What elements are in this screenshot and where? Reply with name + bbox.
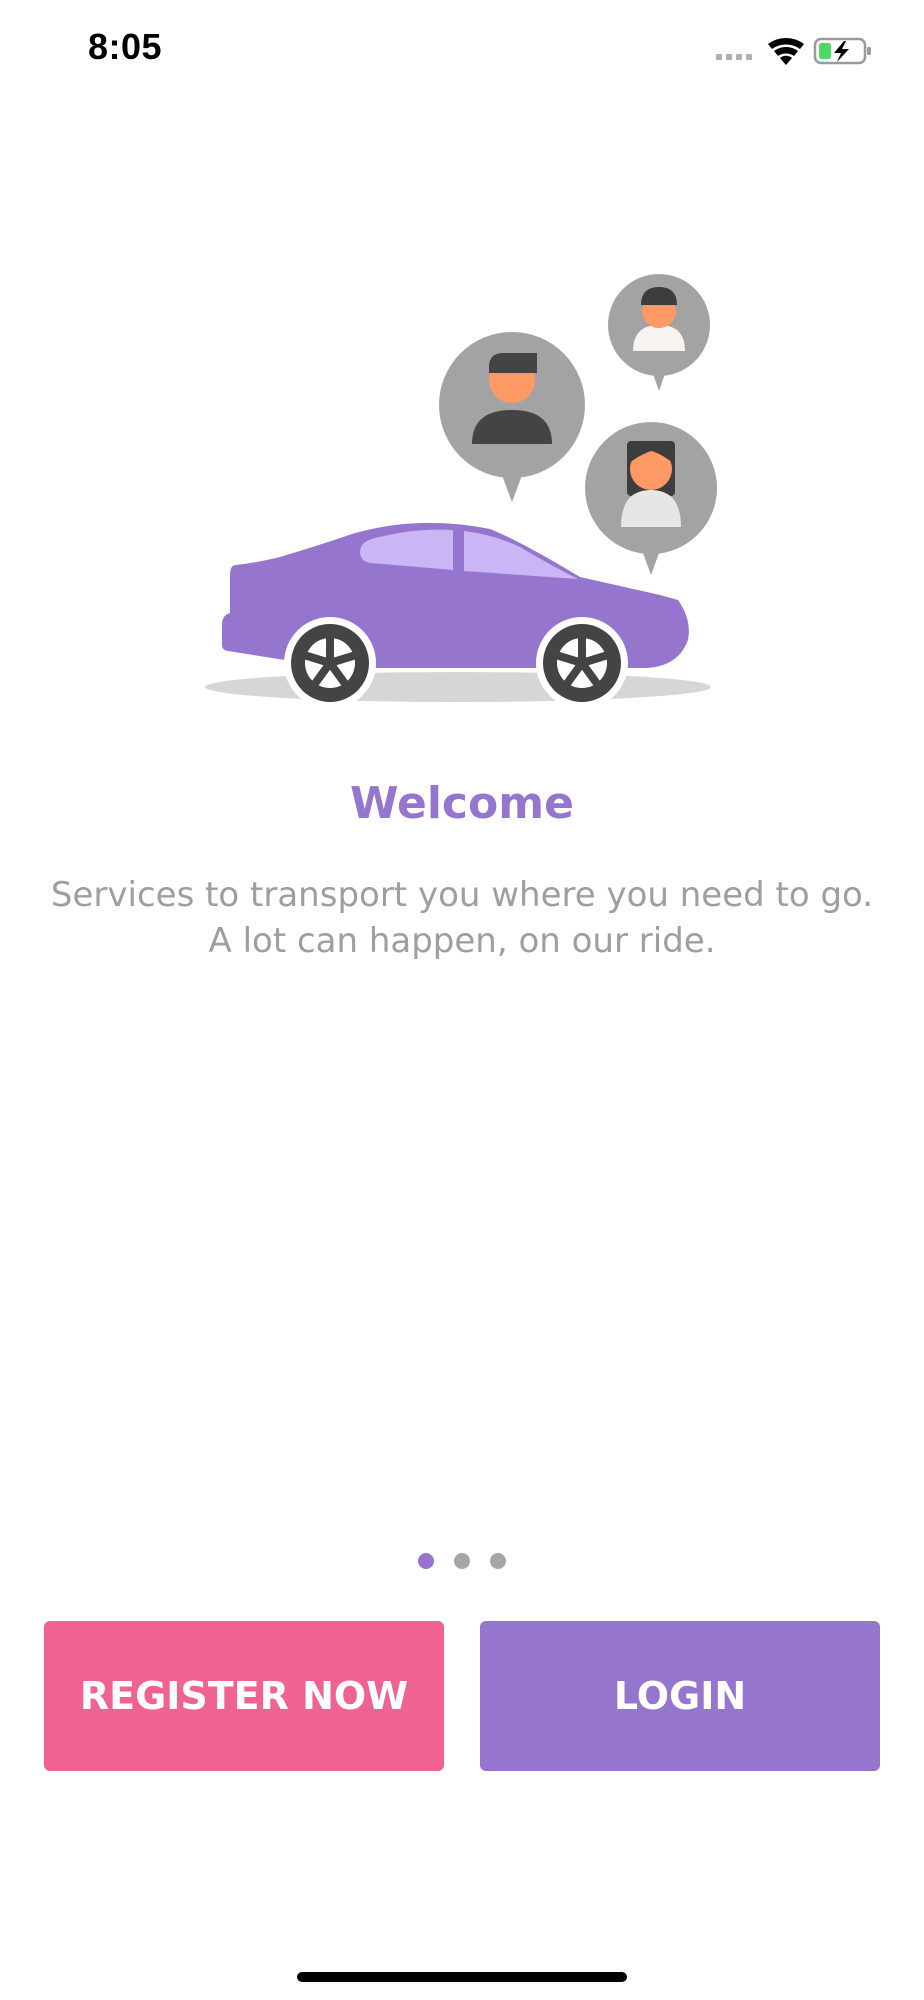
passenger-woman-icon xyxy=(585,422,717,575)
status-bar: 8:05 xyxy=(0,0,924,100)
car-shadow xyxy=(205,672,711,702)
login-button-label: LOGIN xyxy=(613,1674,747,1718)
home-indicator xyxy=(297,1972,627,1982)
page-dot-2[interactable] xyxy=(454,1553,470,1569)
status-icons xyxy=(716,37,871,65)
page-indicator[interactable] xyxy=(0,1553,924,1569)
front-wheel-icon xyxy=(536,617,628,709)
wifi-icon xyxy=(768,38,804,65)
page-dot-3[interactable] xyxy=(490,1553,506,1569)
battery-charging-icon xyxy=(813,37,871,65)
status-time: 8:05 xyxy=(88,26,163,67)
page-dot-1[interactable] xyxy=(418,1553,434,1569)
login-button[interactable]: LOGIN xyxy=(480,1621,880,1771)
signal-icon xyxy=(716,54,752,60)
ride-illustration xyxy=(205,274,717,709)
page-title: Welcome xyxy=(350,778,574,829)
passenger-small-icon xyxy=(608,274,710,391)
register-button[interactable]: REGISTER NOW xyxy=(44,1621,444,1771)
register-button-label: REGISTER NOW xyxy=(79,1674,409,1718)
welcome-description: Services to transport you where you need… xyxy=(50,875,874,961)
rear-wheel-icon xyxy=(284,617,376,709)
passenger-man-icon xyxy=(439,332,585,502)
